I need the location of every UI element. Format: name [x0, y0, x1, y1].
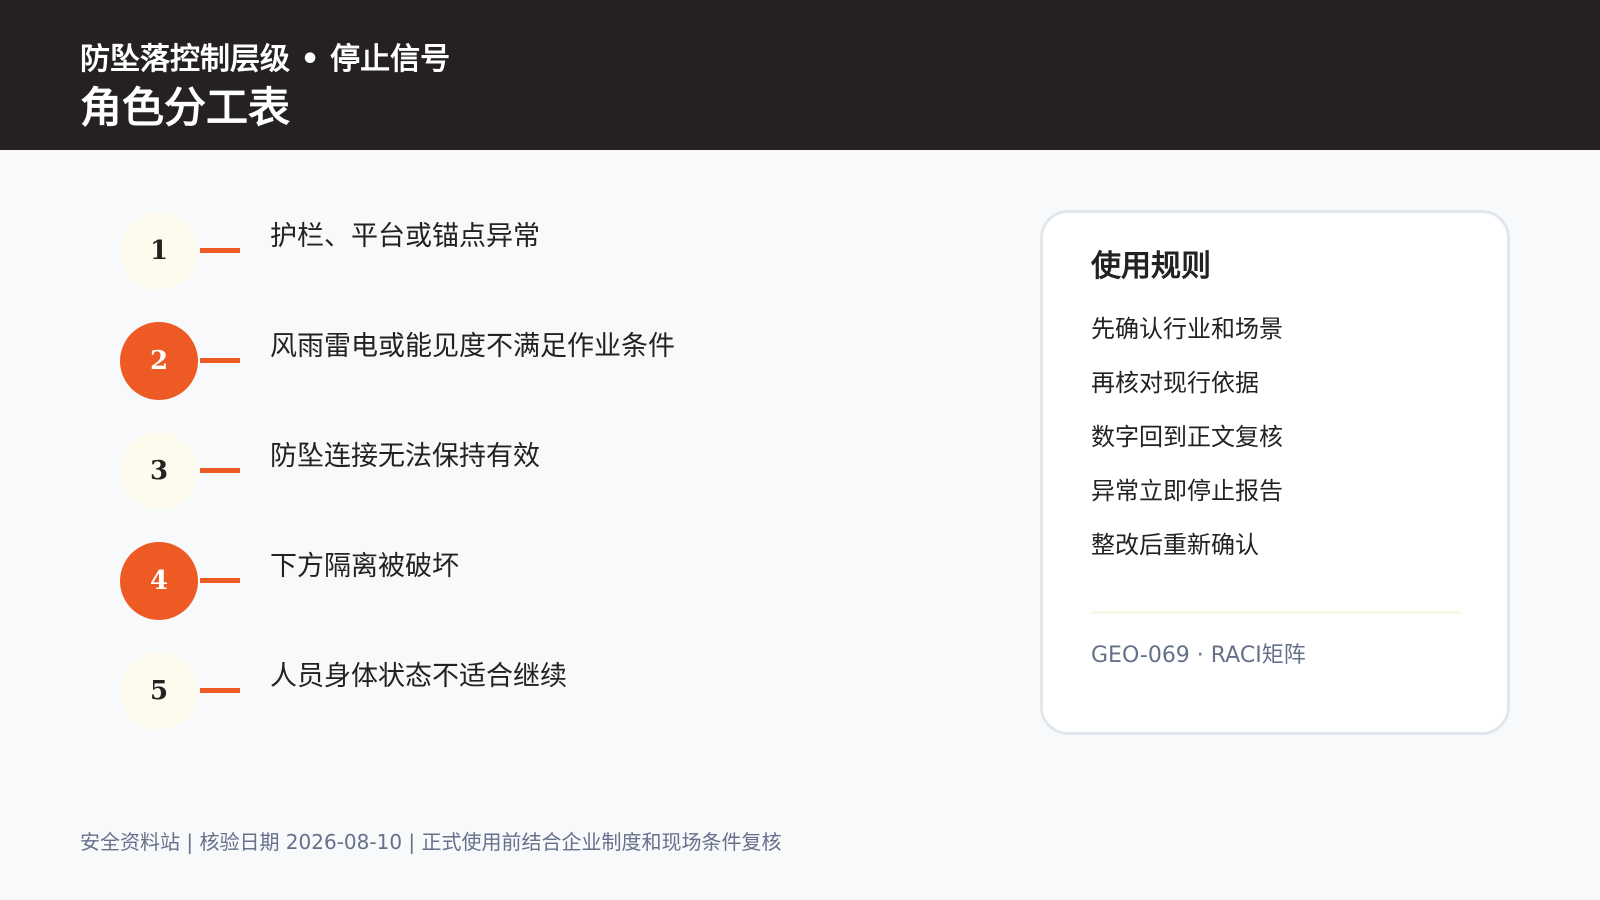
rule-item: 数字回到正文复核	[1091, 423, 1283, 451]
step-number-badge: 4	[120, 542, 198, 620]
step-text: 下方隔离被破坏	[270, 551, 459, 582]
list-item-5: 5 人员身体状态不适合继续	[120, 652, 740, 730]
panel-reference: GEO-069 · RACI矩阵	[1091, 643, 1306, 668]
header-subtitle: 防坠落控制层级 • 停止信号	[80, 42, 451, 77]
panel-title: 使用规则	[1091, 249, 1211, 284]
usage-rules-panel: 使用规则 先确认行业和场景 再核对现行依据 数字回到正文复核 异常立即停止报告 …	[1040, 210, 1510, 735]
step-number-badge: 1	[120, 212, 198, 290]
step-number-badge: 3	[120, 432, 198, 510]
rule-item: 整改后重新确认	[1091, 531, 1259, 559]
step-text: 风雨雷电或能见度不满足作业条件	[270, 331, 675, 362]
page-title: 角色分工表	[80, 83, 291, 132]
list-item-3: 3 防坠连接无法保持有效	[120, 432, 740, 510]
list-item-4: 4 下方隔离被破坏	[120, 542, 740, 620]
step-connector	[200, 578, 240, 583]
rule-item: 先确认行业和场景	[1091, 315, 1283, 343]
step-connector	[200, 248, 240, 253]
step-connector	[200, 688, 240, 693]
step-text: 人员身体状态不适合继续	[270, 661, 567, 692]
step-connector	[200, 468, 240, 473]
list-item-2: 2 风雨雷电或能见度不满足作业条件	[120, 322, 740, 400]
step-number-badge: 5	[120, 652, 198, 730]
header-bar: 防坠落控制层级 • 停止信号 角色分工表	[0, 0, 1600, 150]
rule-item: 异常立即停止报告	[1091, 477, 1283, 505]
panel-divider	[1091, 611, 1461, 614]
step-connector	[200, 358, 240, 363]
step-text: 护栏、平台或锚点异常	[270, 221, 540, 252]
rule-item: 再核对现行依据	[1091, 369, 1259, 397]
step-number-badge: 2	[120, 322, 198, 400]
list-item-1: 1 护栏、平台或锚点异常	[120, 212, 740, 290]
footer-note: 安全资料站 | 核验日期 2026-08-10 | 正式使用前结合企业制度和现场…	[80, 830, 782, 854]
step-text: 防坠连接无法保持有效	[270, 441, 540, 472]
